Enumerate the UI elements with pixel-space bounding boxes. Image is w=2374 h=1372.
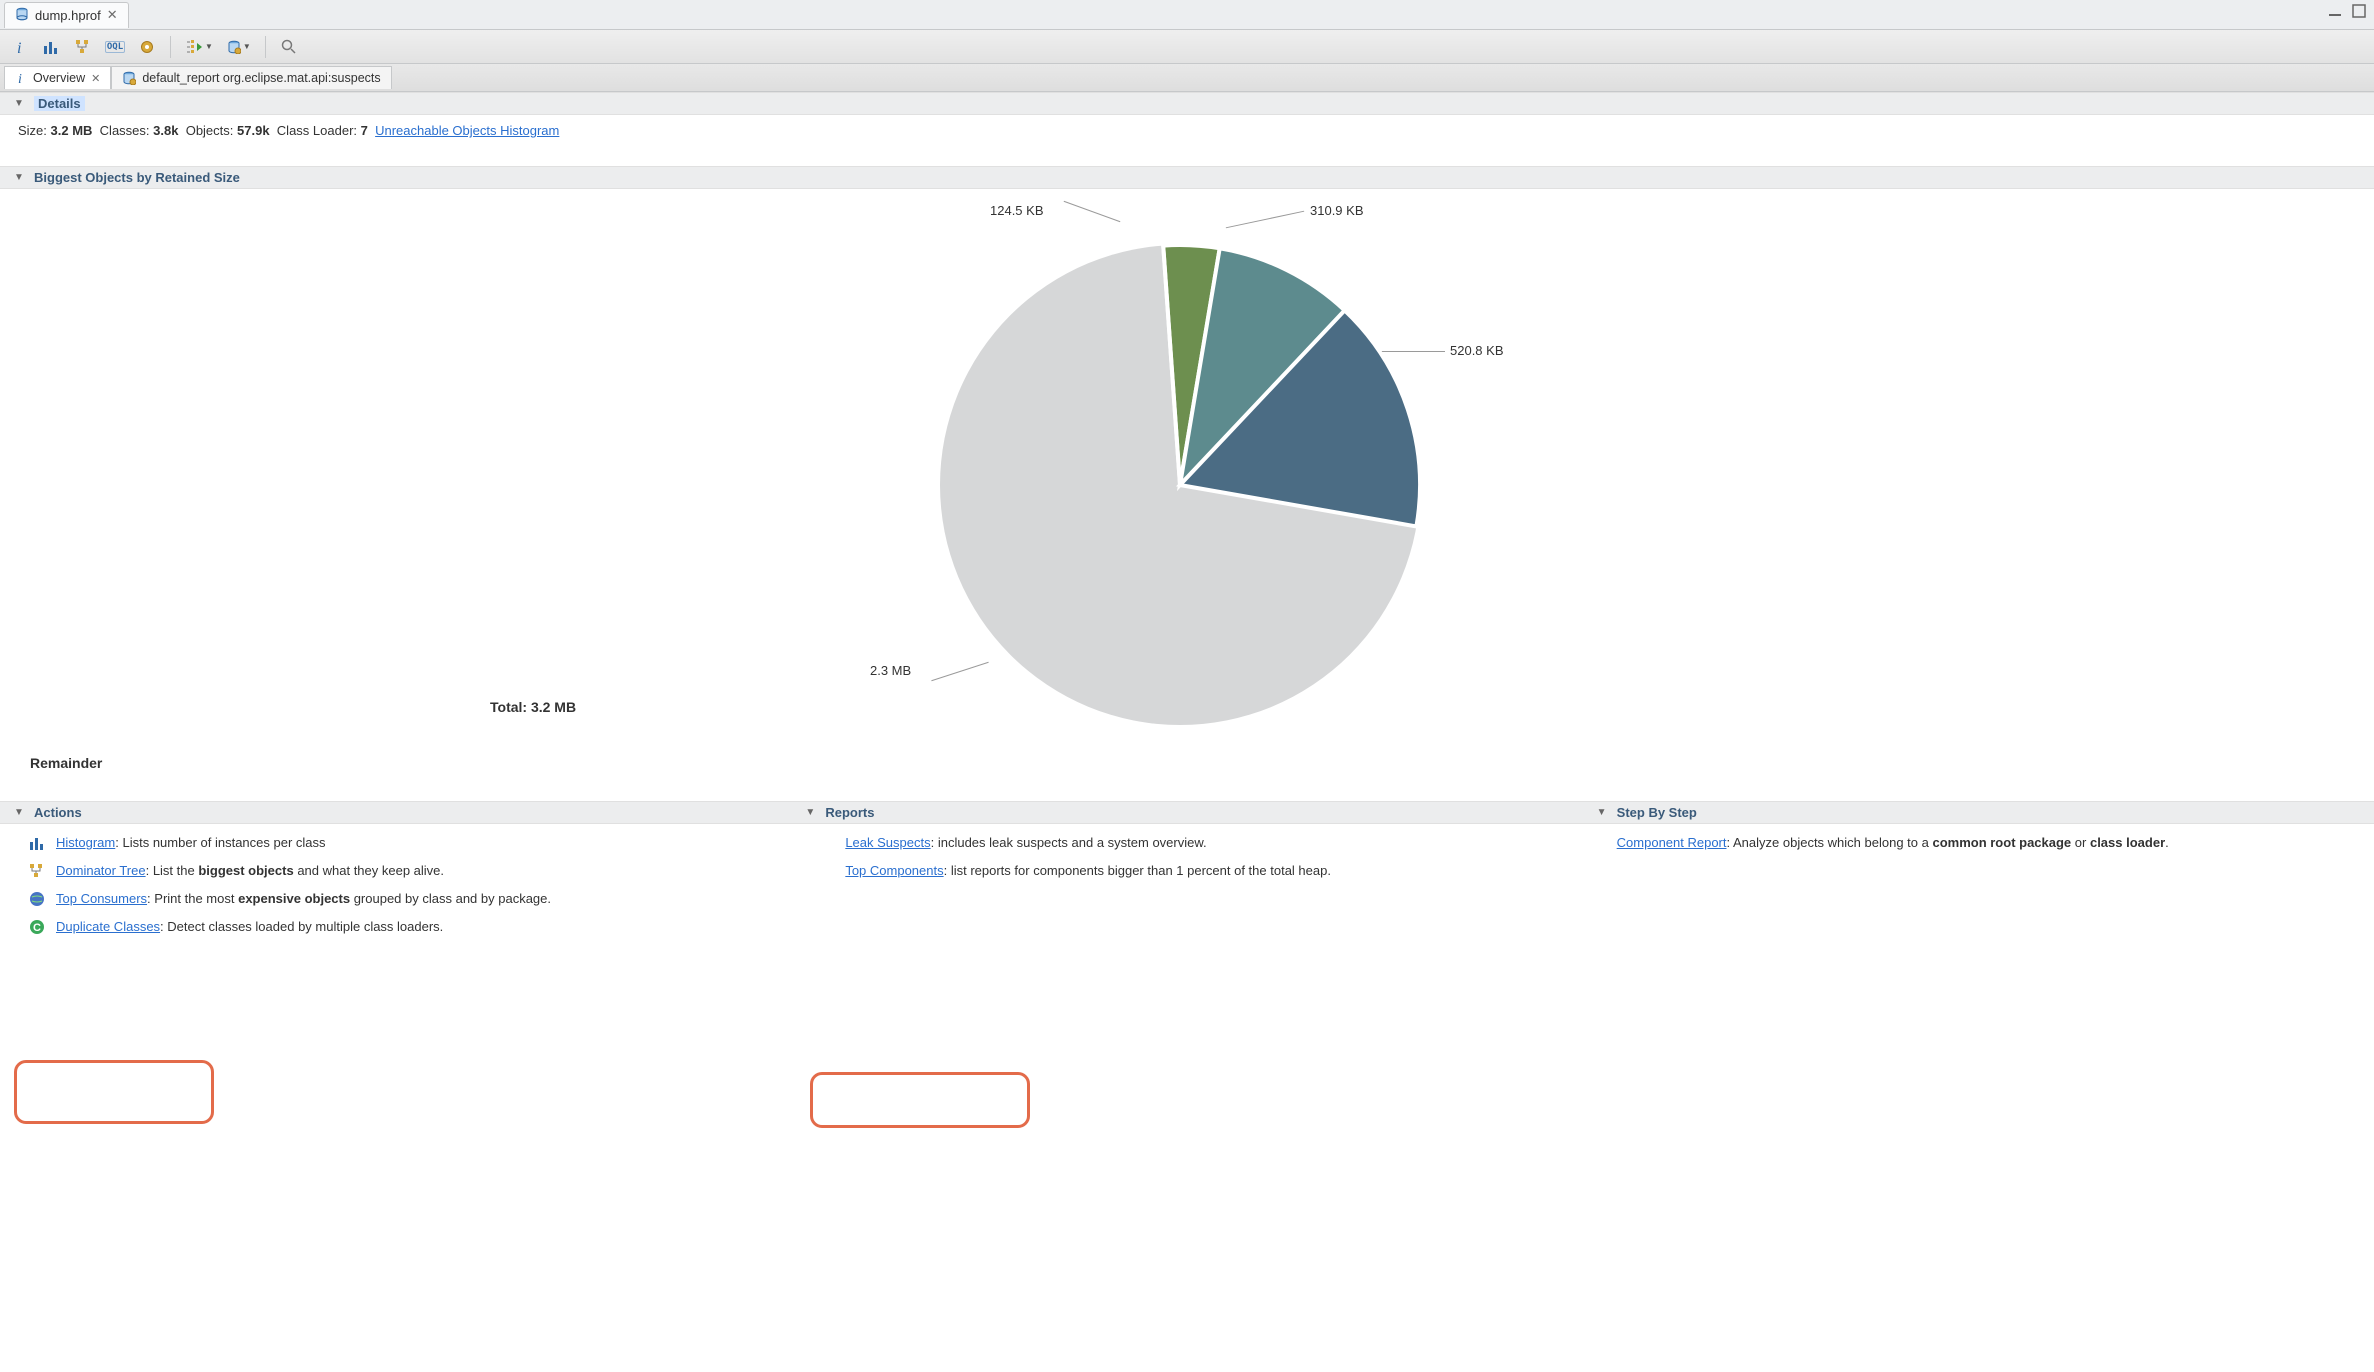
db-dropdown-button[interactable]: ▼ [227, 40, 251, 54]
section-reports[interactable]: ▼ Reports [791, 801, 1582, 824]
section-actions[interactable]: ▼ Actions [0, 801, 791, 824]
remainder-label: Remainder [0, 755, 2374, 771]
sub-tab-label: default_report org.eclipse.mat.api:suspe… [142, 71, 380, 85]
action-duplicate: C Duplicate Classes: Detect classes load… [28, 918, 777, 936]
class-icon: C [28, 918, 46, 936]
reports-column: ▼ Reports Leak Suspects: includes leak s… [791, 801, 1582, 946]
pie-slice-label: 520.8 KB [1450, 343, 1504, 358]
histogram-icon[interactable] [42, 38, 60, 56]
chevron-down-icon: ▼ [14, 807, 24, 818]
gear-icon[interactable] [138, 38, 156, 56]
section-step[interactable]: ▼ Step By Step [1583, 801, 2374, 824]
db-icon [15, 7, 29, 24]
details-row: Size: 3.2 MB Classes: 3.8k Objects: 57.9… [0, 115, 2374, 146]
component-report-link[interactable]: Component Report [1617, 835, 1727, 850]
pie-slice-label: 2.3 MB [870, 663, 911, 678]
top-consumers-link[interactable]: Top Consumers [56, 891, 147, 906]
duplicate-link[interactable]: Duplicate Classes [56, 919, 160, 934]
action-histogram: Histogram: Lists number of instances per… [28, 834, 777, 852]
close-icon[interactable]: ✕ [91, 72, 100, 85]
tab-label: dump.hprof [35, 8, 101, 23]
report-top-components: Top Components: list reports for compone… [819, 862, 1568, 880]
chevron-down-icon: ▼ [1597, 807, 1607, 818]
run-tree-button[interactable]: ▼ [185, 39, 213, 55]
section-title: Reports [825, 805, 874, 820]
total-label: Total: 3.2 MB [490, 699, 576, 715]
search-icon[interactable] [280, 38, 298, 56]
svg-text:i: i [17, 40, 21, 55]
pie-svg [930, 235, 1430, 735]
pie-chart: 124.5 KB 310.9 KB 520.8 KB 2.3 MB Total:… [0, 195, 2374, 755]
globe-icon [28, 890, 46, 908]
action-top-consumers: Top Consumers: Print the most expensive … [28, 890, 777, 908]
tree-icon[interactable] [74, 38, 92, 56]
pie-slice-label: 310.9 KB [1310, 203, 1364, 218]
step-column: ▼ Step By Step Component Report: Analyze… [1583, 801, 2374, 946]
report-leak: Leak Suspects: includes leak suspects an… [819, 834, 1568, 852]
close-icon[interactable]: ✕ [107, 7, 118, 23]
annotation-leak [810, 1072, 1030, 1128]
histogram-icon [28, 834, 46, 852]
unreachable-link[interactable]: Unreachable Objects Histogram [375, 123, 559, 138]
sub-tab-label: Overview [33, 71, 85, 85]
sub-tab-bar: i Overview ✕ default_report org.eclipse.… [0, 64, 2374, 92]
annotation-actions [14, 1060, 214, 1124]
toolbar: i OQL ▼ ▼ [0, 30, 2374, 64]
file-tab[interactable]: dump.hprof ✕ [4, 2, 129, 28]
actions-column: ▼ Actions Histogram: Lists number of ins… [0, 801, 791, 946]
leak-suspects-link[interactable]: Leak Suspects [845, 835, 930, 850]
section-details[interactable]: ▼ Details [0, 92, 2374, 115]
tab-overview[interactable]: i Overview ✕ [4, 66, 111, 89]
top-components-link[interactable]: Top Components [845, 863, 943, 878]
pie-slice-label: 124.5 KB [990, 203, 1044, 218]
section-title: Actions [34, 805, 82, 820]
section-title: Biggest Objects by Retained Size [34, 170, 240, 185]
chevron-down-icon: ▼ [205, 42, 213, 51]
minimize-icon[interactable] [2328, 4, 2342, 18]
svg-text:C: C [33, 922, 41, 934]
tab-default-report[interactable]: default_report org.eclipse.mat.api:suspe… [111, 66, 391, 89]
editor-tab-bar: dump.hprof ✕ [0, 0, 2374, 30]
histogram-link[interactable]: Histogram [56, 835, 115, 850]
dominator-link[interactable]: Dominator Tree [56, 863, 146, 878]
section-title: Details [34, 96, 85, 111]
chevron-down-icon: ▼ [14, 172, 24, 183]
chevron-down-icon: ▼ [805, 807, 815, 818]
svg-text:i: i [18, 72, 22, 85]
step-component-report: Component Report: Analyze objects which … [1611, 834, 2360, 852]
oql-icon[interactable]: OQL [106, 38, 124, 56]
info-icon[interactable]: i [10, 38, 28, 56]
section-title: Step By Step [1617, 805, 1697, 820]
maximize-icon[interactable] [2352, 4, 2366, 18]
tree-icon [28, 862, 46, 880]
chevron-down-icon: ▼ [243, 42, 251, 51]
action-dominator: Dominator Tree: List the biggest objects… [28, 862, 777, 880]
section-biggest[interactable]: ▼ Biggest Objects by Retained Size [0, 166, 2374, 189]
chevron-down-icon: ▼ [14, 98, 24, 109]
